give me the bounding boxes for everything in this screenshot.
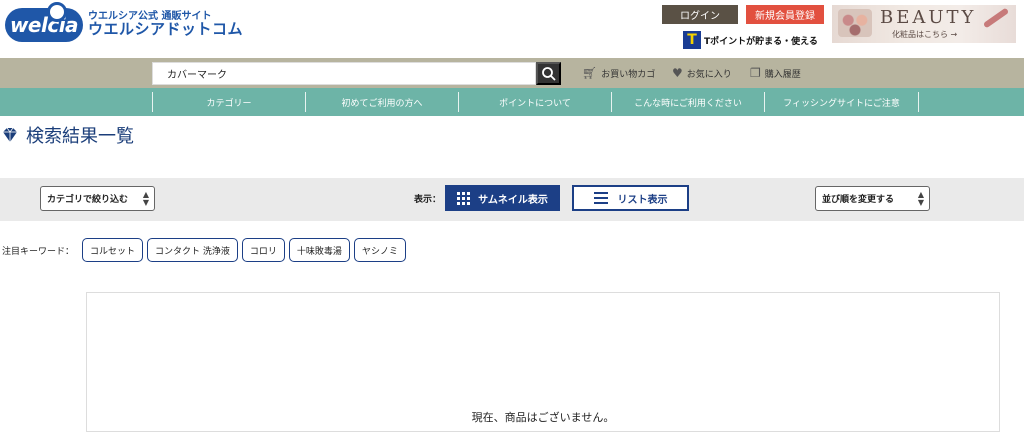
results-toolbar: カテゴリで絞り込む ▲ ▼ 表示： サムネイル表示 リスト表示 並び順を変更する … bbox=[0, 178, 1024, 221]
view-label: 表示： bbox=[414, 195, 442, 205]
site-logo[interactable]: welcia ウエルシア公式 通販サイト ウエルシアドットコム bbox=[5, 2, 244, 42]
keyword-chip[interactable]: コルセット bbox=[82, 238, 144, 262]
search-button[interactable] bbox=[536, 62, 561, 85]
history-label: 購入履歴 bbox=[764, 69, 801, 80]
diamond-icon bbox=[3, 127, 17, 142]
cart-label: お買い物カゴ bbox=[601, 69, 656, 80]
select-arrows-icon: ▲ ▼ bbox=[142, 190, 149, 207]
nav-item-phishing[interactable]: フィッシングサイトにご注意 bbox=[764, 92, 919, 112]
search-bar: カバーマーク bbox=[0, 58, 1024, 88]
list-view-label: リスト表示 bbox=[617, 194, 668, 206]
tpoint-text: Tポイントが貯まる・使える bbox=[704, 36, 818, 47]
select-arrows-icon: ▲ ▼ bbox=[917, 190, 924, 207]
favorites-link[interactable]: ♥ お気に入り bbox=[672, 58, 732, 88]
thumbnail-view-button[interactable]: サムネイル表示 bbox=[445, 185, 560, 211]
favorites-label: お気に入り bbox=[686, 69, 732, 80]
tpoint-banner[interactable]: T Tポイントが貯まる・使える bbox=[683, 31, 818, 49]
main-nav: カテゴリー 初めてご利用の方へ ポイントについて こんな時にご利用ください フィ… bbox=[0, 88, 1024, 116]
purchase-history-link[interactable]: ❐ 購入履歴 bbox=[750, 58, 801, 88]
page-title-text: 検索結果一覧 bbox=[26, 126, 134, 147]
keyword-chip[interactable]: 十味敗毒湯 bbox=[288, 238, 350, 262]
makeup-brush-icon bbox=[982, 7, 1010, 29]
thumbnail-view-label: サムネイル表示 bbox=[478, 194, 548, 206]
category-filter-label: カテゴリで絞り込む bbox=[47, 195, 129, 205]
list-view-button[interactable]: リスト表示 bbox=[572, 185, 689, 211]
results-panel: 現在、商品はございません。 bbox=[86, 292, 1000, 432]
nav-item-usage[interactable]: こんな時にご利用ください bbox=[611, 92, 764, 112]
nav-item-category[interactable]: カテゴリー bbox=[152, 92, 305, 112]
keyword-chip[interactable]: コンタクト 洗浄液 bbox=[147, 238, 238, 262]
heart-icon: ♥ bbox=[672, 66, 683, 80]
cart-link[interactable]: 🛒︎ お買い物カゴ bbox=[582, 58, 655, 88]
site-header: welcia ウエルシア公式 通販サイト ウエルシアドットコム ログイン 新規会… bbox=[0, 0, 1024, 58]
nav-item-points[interactable]: ポイントについて bbox=[458, 92, 611, 112]
grid-icon bbox=[457, 191, 471, 205]
beauty-subtitle: 化粧品はこちら → bbox=[892, 30, 958, 39]
cart-icon: 🛒︎ bbox=[582, 66, 598, 80]
beauty-banner[interactable]: BEAUTY 化粧品はこちら → bbox=[832, 5, 1016, 43]
login-button[interactable]: ログイン bbox=[662, 5, 738, 24]
search-input[interactable]: カバーマーク bbox=[152, 62, 536, 85]
register-button[interactable]: 新規会員登録 bbox=[746, 5, 824, 24]
nav-item-first-time[interactable]: 初めてご利用の方へ bbox=[305, 92, 458, 112]
tpoint-icon: T bbox=[683, 31, 701, 49]
beauty-title: BEAUTY bbox=[880, 7, 977, 28]
empty-results-message: 現在、商品はございません。 bbox=[471, 411, 615, 424]
sort-order-select[interactable]: 並び順を変更する ▲ ▼ bbox=[815, 186, 930, 211]
featured-keywords: 注目キーワード： コルセット コンタクト 洗浄液 コロリ 十味敗毒湯 ヤシノミ bbox=[2, 238, 410, 262]
page-title: 検索結果一覧 bbox=[0, 122, 134, 148]
keyword-chip[interactable]: コロリ bbox=[241, 238, 285, 262]
document-icon: ❐ bbox=[750, 66, 761, 80]
sort-order-label: 並び順を変更する bbox=[822, 195, 895, 205]
list-icon bbox=[593, 192, 608, 204]
category-filter-select[interactable]: カテゴリで絞り込む ▲ ▼ bbox=[40, 186, 155, 211]
keywords-label: 注目キーワード： bbox=[2, 246, 75, 257]
welcia-logo-mark: welcia bbox=[5, 2, 83, 42]
logo-title: ウエルシアドットコム bbox=[88, 20, 244, 39]
cosmetics-palette-icon bbox=[838, 9, 872, 37]
search-icon bbox=[541, 66, 556, 81]
keyword-chip[interactable]: ヤシノミ bbox=[353, 238, 406, 262]
